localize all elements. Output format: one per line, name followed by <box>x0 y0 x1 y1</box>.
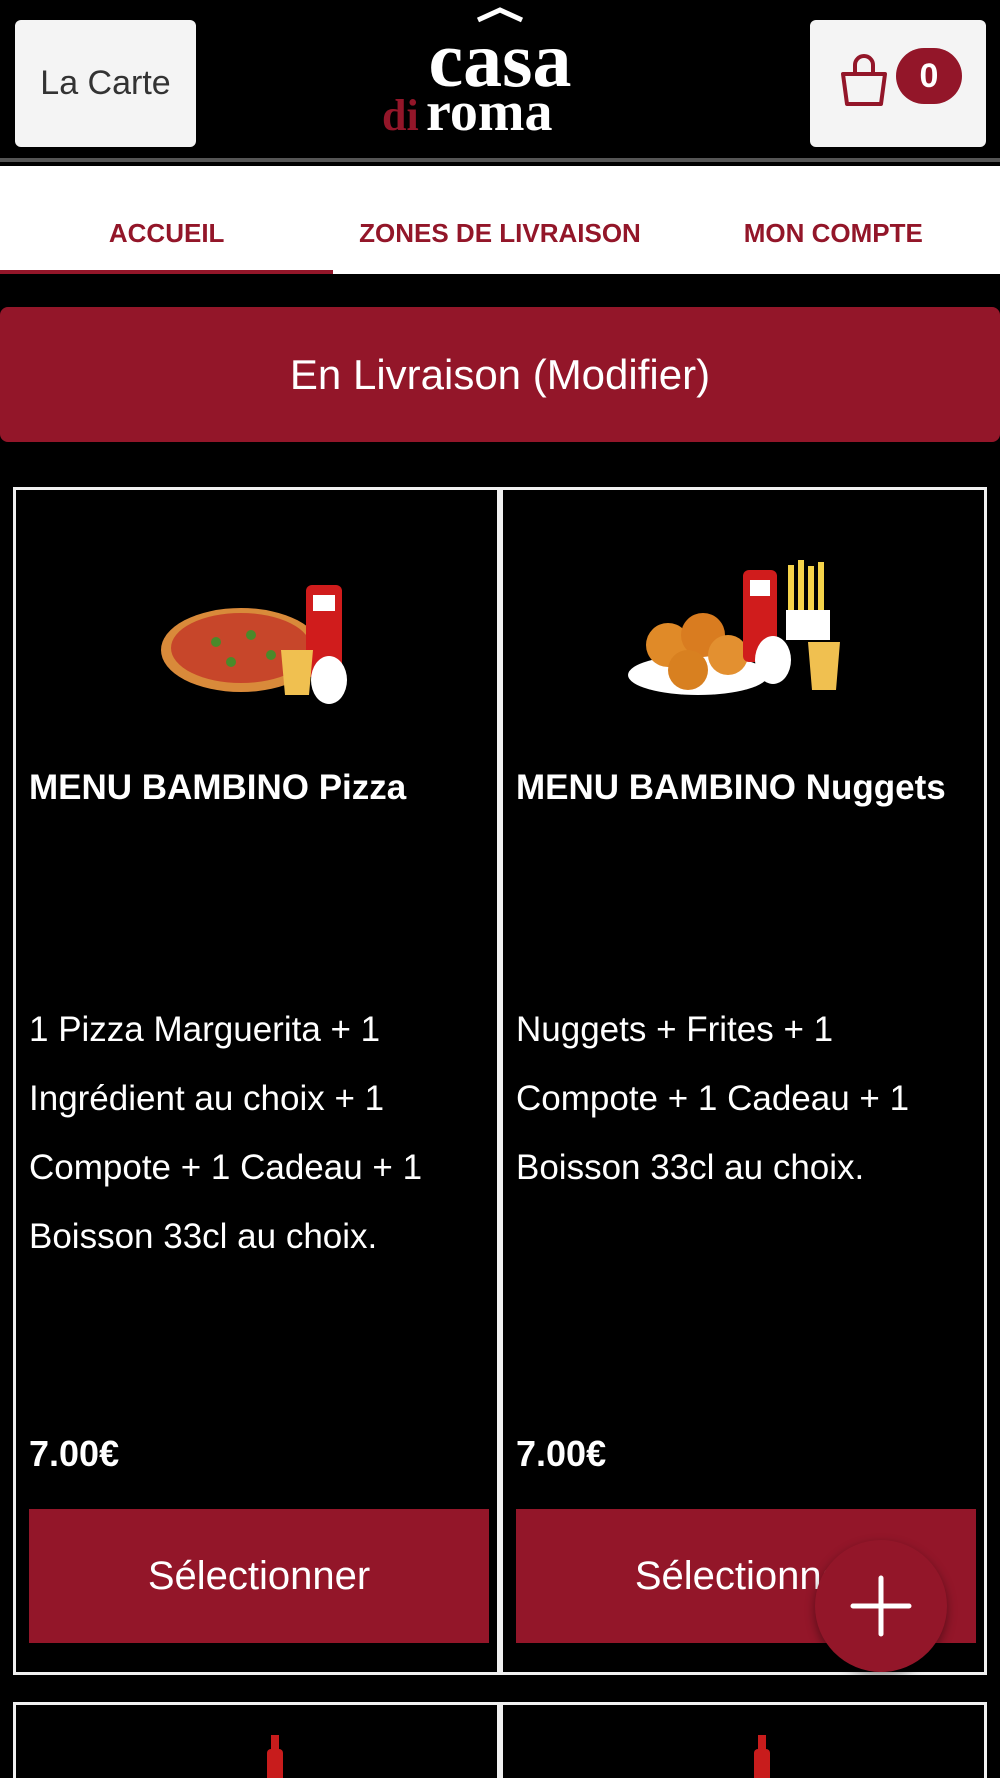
la-carte-button[interactable]: La Carte <box>15 20 196 147</box>
cart-button[interactable]: 0 <box>810 20 986 147</box>
bottle-image <box>267 1735 283 1778</box>
product-description: 1 Pizza Marguerita + 1 Ingrédient au cho… <box>29 1010 423 1256</box>
delivery-mode-button[interactable]: En Livraison (Modifier) <box>0 307 1000 442</box>
pizza-menu-image[interactable] <box>121 530 401 720</box>
tab-mon-compte[interactable]: MON COMPTE <box>666 166 1000 274</box>
cart-count-badge: 0 <box>896 48 962 104</box>
product-card <box>13 1702 500 1778</box>
product-name: MENU BAMBINO Pizza <box>29 768 407 807</box>
tab-accueil[interactable]: ACCUEIL <box>0 166 334 274</box>
casa-di-roma-logo[interactable]: casa di roma <box>380 4 620 134</box>
svg-text:di: di <box>382 91 419 134</box>
main-nav: ACCUEIL ZONES DE LIVRAISON MON COMPTE <box>0 166 1000 274</box>
product-description: Nuggets + Frites + 1 Compote + 1 Cadeau … <box>516 1010 910 1187</box>
plus-icon <box>850 1575 912 1637</box>
product-price: 7.00€ <box>29 1433 120 1474</box>
shopping-bag-icon <box>841 54 887 106</box>
product-card <box>500 1702 987 1778</box>
product-price: 7.00€ <box>516 1433 607 1474</box>
product-name: MENU BAMBINO Nuggets <box>516 768 946 807</box>
la-carte-label: La Carte <box>40 64 171 102</box>
nuggets-menu-image[interactable] <box>608 530 888 720</box>
product-card: MENU BAMBINO Nuggets Nuggets + Frites + … <box>500 487 987 1675</box>
add-floating-button[interactable] <box>815 1540 947 1672</box>
header: La Carte casa di roma 0 <box>0 0 1000 162</box>
delivery-mode-label: En Livraison (Modifier) <box>289 350 711 398</box>
bottle-image <box>754 1735 770 1778</box>
tab-zones-de-livraison[interactable]: ZONES DE LIVRAISON <box>333 166 667 274</box>
select-button[interactable]: Sélectionner <box>29 1509 489 1643</box>
product-card: MENU BAMBINO Pizza 1 Pizza Marguerita + … <box>13 487 500 1675</box>
svg-text:roma: roma <box>426 81 553 134</box>
